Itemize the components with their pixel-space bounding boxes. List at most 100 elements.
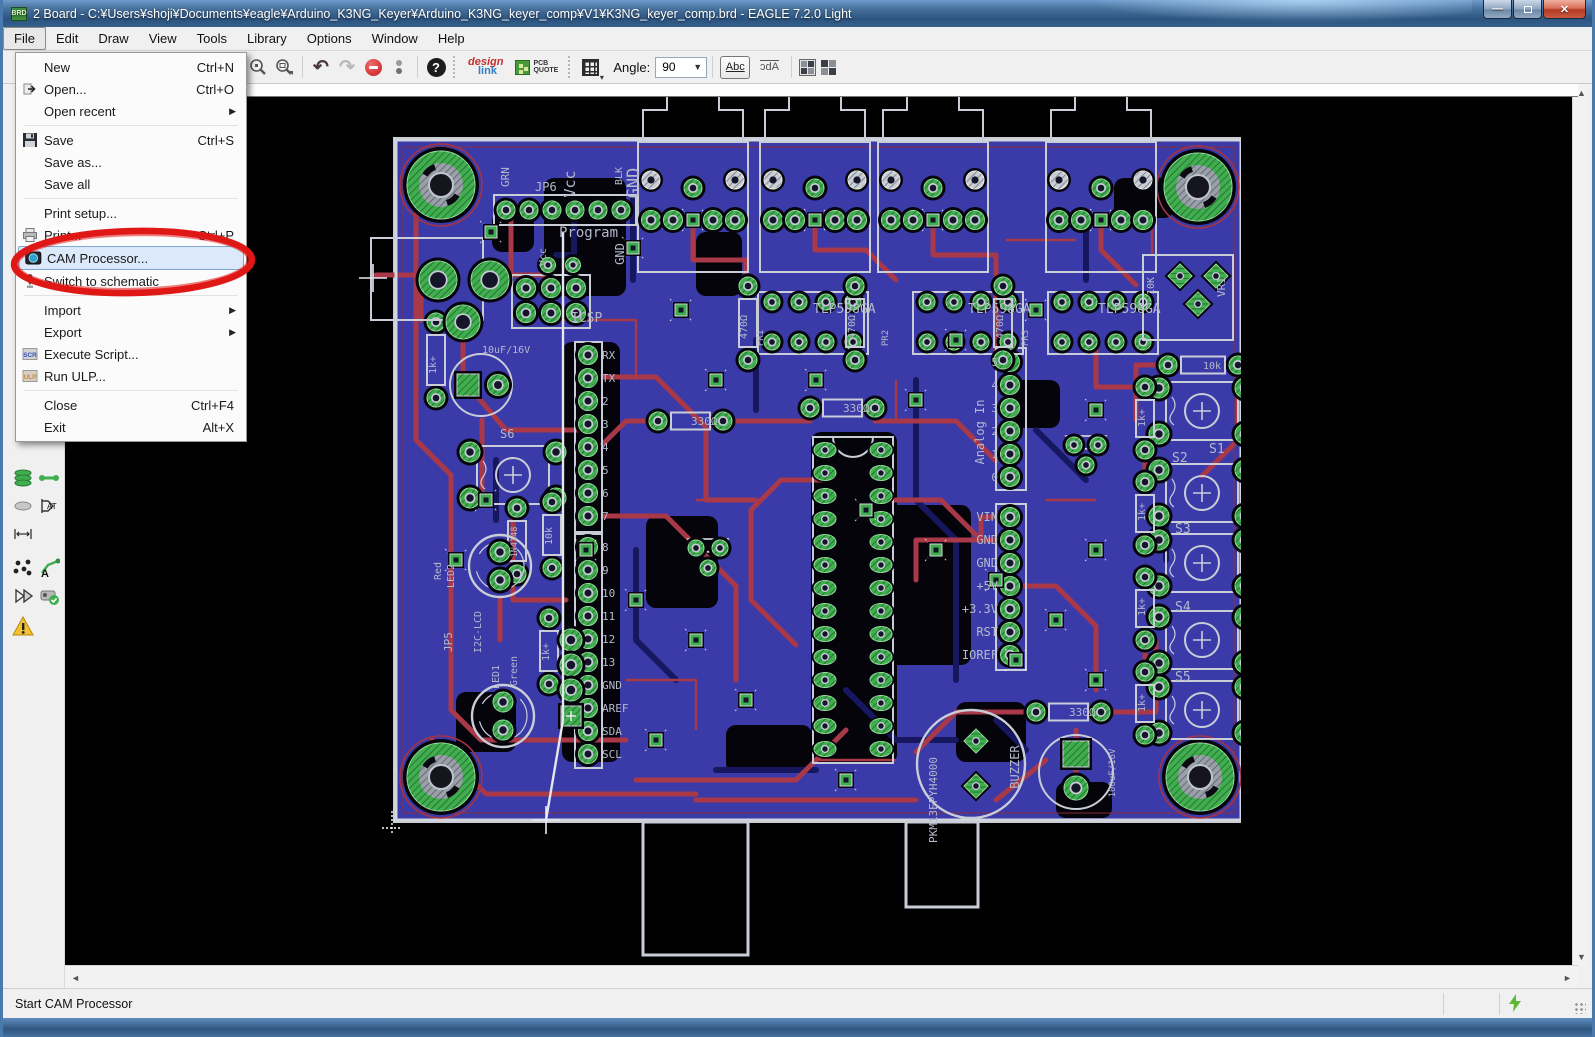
gate-at-icon[interactable]: AT (37, 494, 61, 518)
designlink-logo[interactable]: design link (468, 57, 503, 77)
canvas-top-strip (65, 84, 1578, 97)
menu-bar: File Edit Draw View Tools Library Options Windo… (3, 27, 1592, 51)
menu-item-print[interactable]: Print... Ctrl+P (16, 224, 246, 246)
svg-text:PR3: PR3 (1021, 330, 1031, 346)
svg-text:S3: S3 (1175, 522, 1191, 537)
menu-item-open-recent[interactable]: Open recent ▶ (16, 100, 246, 122)
ratsnest-icon[interactable] (11, 556, 35, 580)
svg-text:ICSP: ICSP (571, 311, 602, 326)
menu-item-run-ulp[interactable]: ULP Run ULP... (16, 365, 246, 387)
text-mirror-button[interactable]: Abc (754, 56, 784, 79)
text-normal-button[interactable]: Abc (720, 55, 751, 79)
svg-text:470Ω: 470Ω (995, 315, 1006, 339)
resize-grip[interactable] (1574, 1002, 1586, 1014)
menu-item-label: Save all (44, 176, 91, 192)
svg-text:LED1: LED1 (491, 665, 502, 689)
menu-item-label: Open recent (44, 103, 116, 119)
horizontal-scrollbar[interactable]: ◄ ► (65, 965, 1578, 988)
undo-button[interactable]: ↶ (308, 54, 334, 80)
save-icon (16, 132, 44, 148)
svg-text:9: 9 (602, 564, 609, 577)
svg-text:6: 6 (602, 487, 609, 500)
svg-text:3: 3 (991, 402, 998, 415)
menu-item-exit[interactable]: Exit Alt+X (16, 416, 246, 438)
menu-shortcut: Ctrl+N (196, 59, 234, 75)
menu-item-save[interactable]: Save Ctrl+S (16, 129, 246, 151)
window-frame (3, 1018, 1592, 1037)
svg-text:VR1: VR1 (1215, 277, 1228, 297)
svg-text:Green: Green (509, 656, 520, 686)
svg-text:1k+: 1k+ (541, 643, 552, 661)
pcb-quote-logo[interactable]: PCB QUOTE (515, 59, 558, 75)
help-button[interactable]: ? (423, 54, 449, 80)
measure-icon[interactable] (11, 522, 35, 546)
menu-item-execute-script[interactable]: SCR Execute Script... (16, 343, 246, 365)
menu-shortcut: Ctrl+P (197, 227, 234, 243)
menu-item-print-setup[interactable]: Print setup... (16, 202, 246, 224)
menu-item-import[interactable]: Import ▶ (16, 299, 246, 321)
run-check-icon[interactable] (37, 584, 61, 608)
menu-item-cam-processor[interactable]: CAM Processor... (18, 246, 244, 270)
menu-item-save-all[interactable]: Save all (16, 173, 246, 195)
eagle-window: BRD 2 Board - C:¥Users¥shoji¥Documents¥e… (0, 0, 1595, 1037)
menubar-item-tools[interactable]: Tools (187, 27, 237, 50)
restore-button[interactable] (1513, 0, 1542, 19)
svg-text:GND: GND (624, 168, 644, 199)
menu-item-open[interactable]: Open... Ctrl+O (16, 78, 246, 100)
drc-check-icon[interactable] (11, 584, 35, 608)
svg-text:Program: Program (559, 225, 618, 241)
menu-item-new[interactable]: New Ctrl+N (16, 56, 246, 78)
svg-text:12: 12 (602, 633, 615, 646)
title-bar[interactable]: BRD 2 Board - C:¥Users¥shoji¥Documents¥e… (3, 0, 1592, 27)
traffic-light-icon[interactable] (386, 54, 412, 80)
svg-text:5: 5 (602, 464, 609, 477)
menu-item-switch-to-schematic[interactable]: Switch to schematic (16, 270, 246, 292)
menubar-item-options[interactable]: Options (297, 27, 362, 50)
menu-item-save-as[interactable]: Save as... (16, 151, 246, 173)
zoom-select-button[interactable] (245, 54, 271, 80)
menubar-item-view[interactable]: View (139, 27, 187, 50)
stop-button[interactable] (360, 54, 386, 80)
submenu-arrow-icon: ▶ (229, 304, 236, 315)
via-stack-icon[interactable] (11, 466, 35, 490)
svg-text:+3.3V: +3.3V (962, 602, 998, 616)
svg-text:VIN: VIN (976, 510, 998, 524)
menubar-item-edit[interactable]: Edit (46, 27, 88, 50)
svg-text:8: 8 (602, 541, 609, 554)
pad-icon[interactable] (11, 494, 35, 518)
menu-item-label: Print... (44, 227, 82, 243)
svg-text:LED2: LED2 (446, 564, 457, 588)
angle-select[interactable]: 90 ▼ (655, 56, 708, 78)
layer-settings-button[interactable] (820, 59, 837, 76)
svg-text:I2C-LCD: I2C-LCD (473, 611, 484, 653)
menu-item-label: Execute Script... (44, 346, 139, 362)
menubar-item-library[interactable]: Library (237, 27, 297, 50)
editor-canvas[interactable]: GRN JP6 Vcc BLK GND Program Vcc GND ICSP TLP598GA… (65, 84, 1578, 965)
menubar-item-file[interactable]: File (3, 27, 46, 50)
menu-item-close[interactable]: Close Ctrl+F4 (16, 394, 246, 416)
menu-item-label: Switch to schematic (44, 273, 159, 289)
wire-icon[interactable] (37, 466, 61, 490)
menubar-item-help[interactable]: Help (428, 27, 475, 50)
menubar-item-draw[interactable]: Draw (88, 27, 138, 50)
warning-icon[interactable] (11, 614, 35, 638)
minimize-button[interactable]: — (1483, 0, 1512, 19)
menu-item-label: Import (44, 302, 81, 318)
redo-button[interactable]: ↷ (334, 54, 360, 80)
pcb-board[interactable]: GRN JP6 Vcc BLK GND Program Vcc GND ICSP TLP598GA… (356, 84, 1259, 965)
svg-text:S2: S2 (1172, 451, 1188, 466)
ulp-icon: ULP (16, 368, 44, 384)
menu-item-export[interactable]: Export ▶ (16, 321, 246, 343)
grid-button[interactable] (577, 54, 604, 82)
vertical-scrollbar[interactable]: ▲ ▼ (1572, 84, 1589, 965)
menubar-item-window[interactable]: Window (362, 27, 428, 50)
open-icon (16, 81, 44, 97)
close-button[interactable]: ✕ (1543, 0, 1586, 19)
layer-display-button[interactable] (799, 58, 817, 76)
zoom-fit-button[interactable] (271, 54, 297, 80)
svg-text:3: 3 (602, 418, 609, 431)
text-label-icon[interactable]: A (37, 556, 61, 580)
menu-separator (24, 125, 238, 126)
menu-item-label: Exit (44, 419, 66, 435)
svg-text:100uF/16V: 100uF/16V (1108, 748, 1118, 797)
